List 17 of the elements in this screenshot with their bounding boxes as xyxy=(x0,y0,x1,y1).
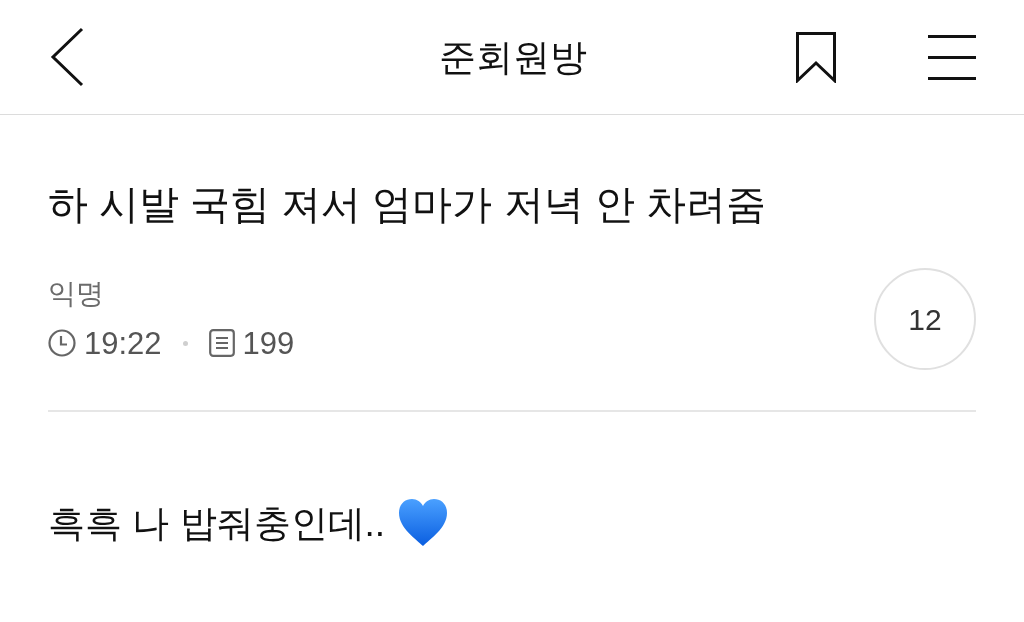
author-name: 익명 xyxy=(48,279,104,308)
menu-icon xyxy=(928,34,976,80)
document-icon xyxy=(208,329,235,357)
clock-icon xyxy=(48,329,76,357)
board-title: 준회원방 xyxy=(439,38,587,76)
post-body-text: 흑흑 나 밥줘충인데.. xyxy=(48,504,386,542)
separator-dot-icon xyxy=(182,340,188,346)
menu-button[interactable] xyxy=(928,34,976,80)
post-title: 하 시발 국힘 져서 엄마가 저녁 안 차려줌 xyxy=(48,181,766,228)
bookmark-button[interactable] xyxy=(796,31,836,83)
bookmark-icon xyxy=(796,31,836,83)
comment-count-button[interactable]: 12 xyxy=(874,268,976,370)
back-button[interactable] xyxy=(50,27,84,87)
heart-emoji-icon xyxy=(399,499,448,547)
back-icon xyxy=(50,27,84,87)
post-time: 19:22 xyxy=(84,327,162,359)
view-count: 199 xyxy=(242,327,295,359)
